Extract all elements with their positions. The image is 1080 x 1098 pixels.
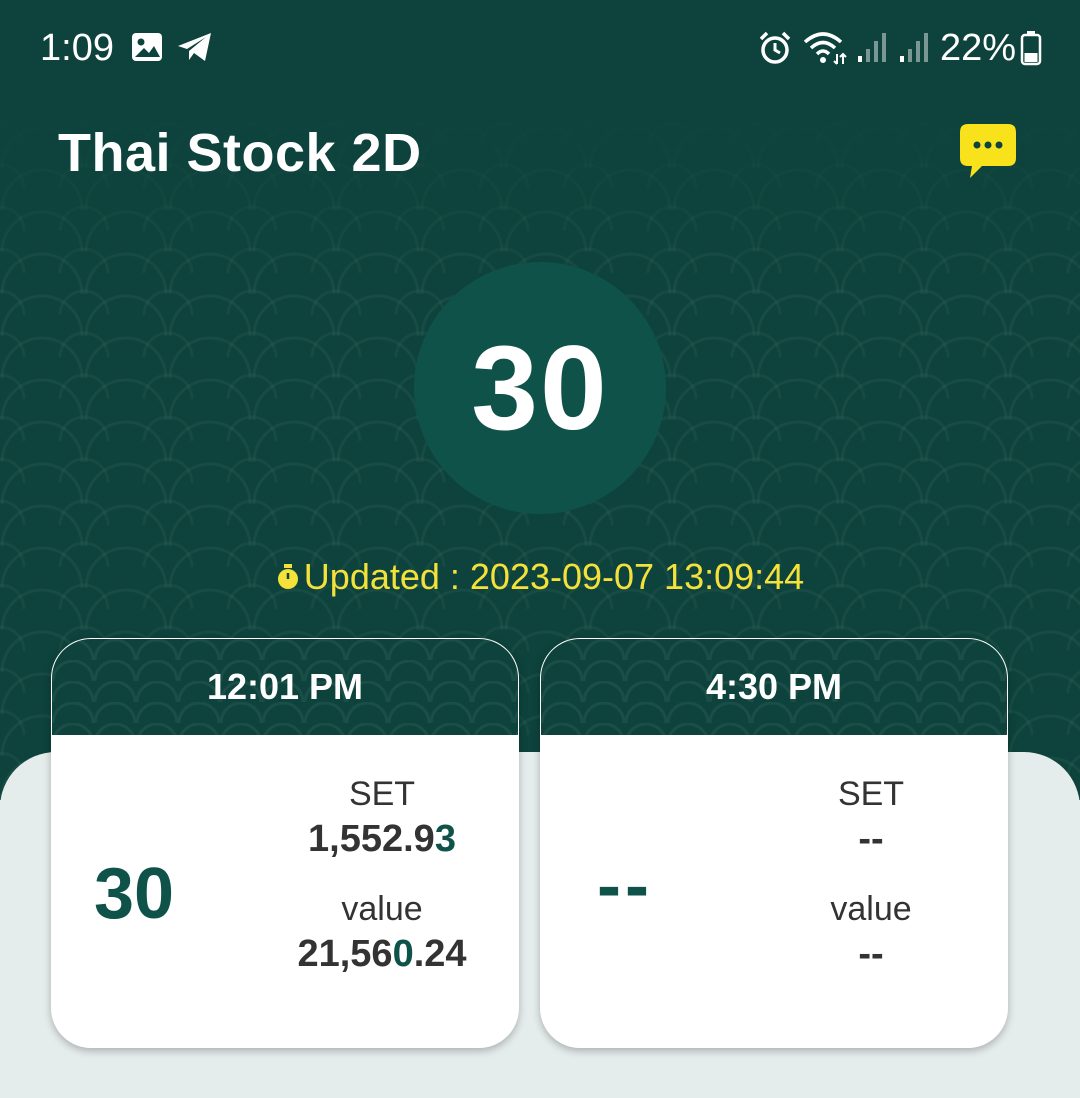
set-label: SET — [837, 775, 905, 813]
timer-icon — [276, 558, 300, 600]
result-card-morning[interactable]: 12:01 PM 30 SET 1,552.93 value 21,560.24 — [51, 638, 519, 1048]
value-stat: value -- — [761, 890, 981, 976]
value-highlight: 0 — [392, 933, 414, 975]
value-value: 21,560.24 — [272, 933, 492, 976]
telegram-icon — [176, 30, 214, 69]
set-value-highlight: 3 — [434, 818, 456, 860]
battery-percent: 22% — [940, 27, 1017, 69]
card-body: 30 SET 1,552.93 value 21,560.24 — [52, 735, 518, 1047]
card-number: 30 — [94, 854, 175, 934]
card-time: 4:30 PM — [541, 639, 1007, 735]
result-card-evening[interactable]: 4:30 PM -- SET -- value -- — [540, 638, 1008, 1048]
card-time: 12:01 PM — [52, 639, 518, 735]
set-stat: SET 1,552.93 — [272, 775, 492, 861]
chat-button[interactable] — [956, 120, 1020, 184]
status-bar: 1:09 22% — [0, 0, 1080, 96]
value-stat: value 21,560.24 — [272, 890, 492, 976]
set-value: -- — [858, 818, 884, 860]
value-value: -- — [858, 933, 884, 975]
battery-icon — [1020, 30, 1042, 71]
value-label: value — [341, 890, 423, 928]
set-value: 1,552.93 — [272, 818, 492, 861]
status-time: 1:09 — [40, 27, 114, 69]
set-value-prefix: 1,552.9 — [308, 818, 435, 860]
result-number: 30 — [471, 321, 609, 455]
chat-bubble-icon — [960, 124, 1016, 178]
updated-text: Updated : 2023-09-07 13:09:44 — [303, 556, 805, 597]
card-body: -- SET -- value -- — [541, 735, 1007, 1047]
wifi-icon — [803, 30, 849, 71]
signal-icon — [856, 30, 888, 69]
value-prefix: 21,56 — [297, 933, 393, 975]
alarm-icon — [758, 30, 792, 71]
updated-timestamp: Updated : 2023-09-07 13:09:44 — [0, 556, 1080, 600]
app-title: Thai Stock 2D — [58, 123, 422, 183]
set-stat: SET -- — [761, 775, 981, 861]
signal-icon — [898, 30, 930, 69]
value-label: value — [830, 890, 912, 928]
value-suffix: .24 — [413, 933, 467, 975]
card-number: -- — [597, 846, 653, 926]
set-label: SET — [348, 775, 416, 813]
result-circle: 30 — [414, 262, 666, 514]
gallery-icon — [130, 30, 164, 69]
